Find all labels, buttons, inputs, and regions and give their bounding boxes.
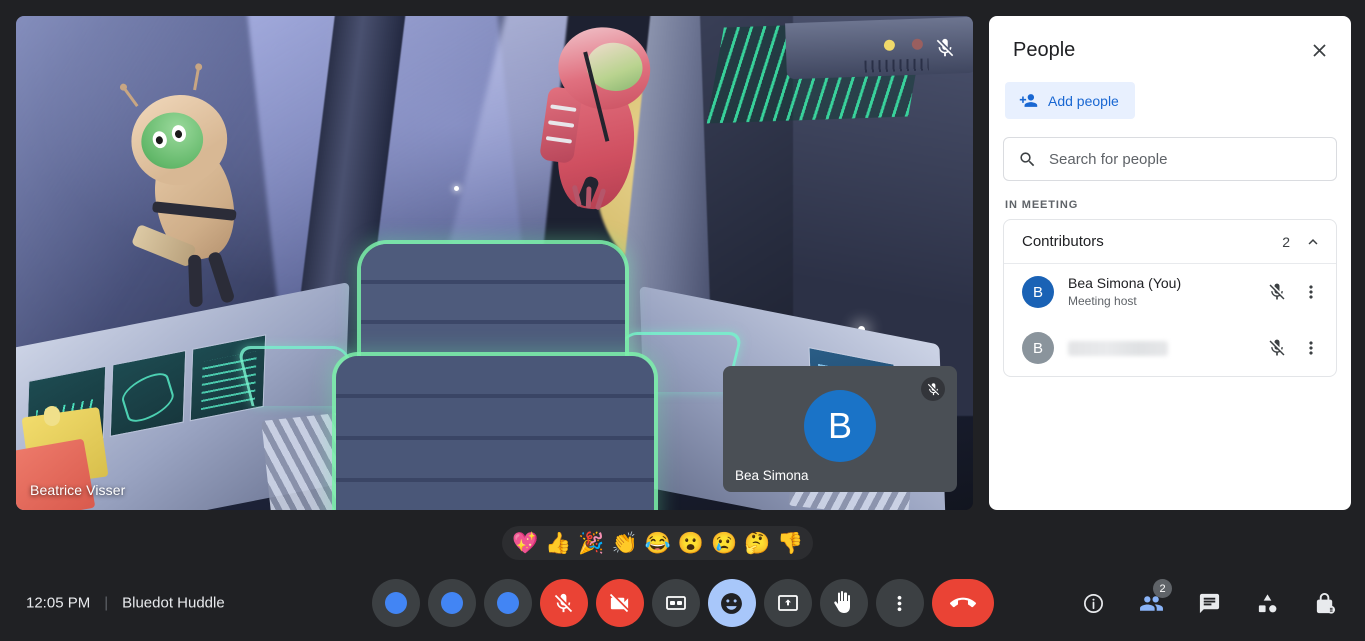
host-controls-button[interactable] (1303, 581, 1347, 625)
bottom-control-bar: 12:05 PM | Bluedot Huddle 2 (0, 565, 1365, 641)
search-people-field[interactable] (1003, 137, 1337, 181)
present-screen-button[interactable] (763, 579, 812, 627)
blue-dot-icon (440, 592, 463, 614)
blue-dot-icon (496, 592, 519, 614)
thinking-emoji[interactable]: 🤔 (744, 533, 770, 554)
camera-toggle[interactable] (595, 579, 644, 627)
participant-name-redacted (1068, 340, 1168, 356)
leave-call-button[interactable] (931, 579, 994, 627)
open-mouth-emoji[interactable]: 😮 (678, 533, 704, 554)
console-screen-2 (109, 349, 187, 437)
participant-role: Meeting host (1068, 294, 1137, 308)
blue-dot-icon (384, 592, 407, 614)
contributors-group-count: 2 (1282, 233, 1290, 250)
joy-emoji[interactable]: 😂 (645, 533, 671, 554)
activities-button[interactable] (1245, 581, 1289, 625)
participant-info (1068, 340, 1260, 356)
participant-name: Bea Simona (You) (1068, 275, 1182, 291)
crying-emoji[interactable]: 😢 (711, 533, 737, 554)
avatar: B (1022, 332, 1054, 364)
clapping-hands-emoji[interactable]: 👏 (611, 533, 637, 554)
meeting-info-separator: | (104, 594, 109, 612)
right-controls: 2 (1071, 579, 1347, 625)
add-people-label: Add people (1048, 92, 1119, 109)
main-video-mic-off-icon (933, 36, 957, 60)
people-panel-title: People (1013, 38, 1076, 61)
meeting-time: 12:05 PM (26, 594, 91, 612)
mic-off-icon[interactable] (1260, 275, 1294, 309)
participant-info: Bea Simona (You) Meeting host (1068, 275, 1260, 309)
meet-app-window: Beatrice Visser B Bea Simona People Add … (0, 0, 1365, 641)
more-vert-icon (888, 592, 911, 615)
people-panel-header: People (989, 16, 1351, 68)
small-pill-object (44, 406, 60, 426)
person-add-icon (1019, 91, 1038, 110)
raised-hand-icon (832, 591, 856, 615)
participant-row-bea-simona[interactable]: B Bea Simona (You) Meeting host (1004, 264, 1336, 320)
people-count-badge: 2 (1153, 579, 1172, 598)
in-meeting-section-label: IN MEETING (1005, 199, 1079, 211)
sparkling-heart-emoji[interactable]: 💖 (512, 533, 538, 554)
star-small (454, 186, 459, 191)
videocam-off-icon (608, 592, 631, 615)
emoji-face-icon (719, 591, 744, 616)
pilot-seat-cushion (336, 356, 654, 510)
info-icon (1082, 592, 1105, 615)
reactions-bar: 💖 👍 🎉 👏 😂 😮 😢 🤔 👎 (502, 526, 814, 560)
avatar: B (1022, 276, 1054, 308)
contributors-group-name: Contributors (1022, 233, 1104, 250)
closed-caption-icon (664, 591, 688, 615)
meeting-info: 12:05 PM | Bluedot Huddle (26, 595, 225, 612)
pack-stripe-1 (550, 104, 577, 112)
mic-off-icon (552, 592, 575, 615)
pink-equipment-box (16, 438, 96, 510)
more-options-button[interactable] (875, 579, 924, 627)
call-end-icon (949, 590, 976, 616)
close-icon[interactable] (1305, 36, 1333, 64)
control-placeholder-3[interactable] (483, 579, 532, 627)
contributors-group-header[interactable]: Contributors 2 (1004, 220, 1336, 264)
chat-button[interactable] (1187, 581, 1231, 625)
control-placeholder-1[interactable] (371, 579, 420, 627)
more-vert-icon[interactable] (1294, 275, 1328, 309)
main-video-participant-name: Beatrice Visser (30, 482, 126, 498)
people-panel: People Add people IN MEETI (989, 16, 1351, 510)
participant-row-hidden[interactable]: B (1004, 320, 1336, 376)
indicator-led-red (911, 38, 924, 50)
microphone-toggle[interactable] (539, 579, 588, 627)
chevron-up-icon[interactable] (1304, 233, 1322, 251)
self-view-mic-off-icon (921, 377, 945, 401)
captions-toggle[interactable] (651, 579, 700, 627)
chat-icon (1198, 592, 1221, 615)
search-input[interactable] (1049, 150, 1322, 168)
activities-icon (1256, 592, 1279, 615)
astronaut-hand (571, 184, 613, 216)
lock-icon (1314, 592, 1337, 615)
astronaut-leg-left (187, 254, 203, 308)
meeting-title: Bluedot Huddle (122, 594, 225, 612)
console-vents (864, 58, 929, 73)
pack-stripe-3 (545, 136, 573, 144)
contributors-group: Contributors 2 B Bea Simona (You) Meetin… (1003, 219, 1337, 377)
people-button[interactable]: 2 (1129, 579, 1173, 625)
indicator-led-yellow (883, 39, 896, 51)
self-view-avatar: B (804, 390, 876, 462)
present-to-all-icon (776, 591, 800, 615)
thumbs-up-emoji[interactable]: 👍 (545, 533, 571, 554)
more-vert-icon[interactable] (1294, 331, 1328, 365)
party-popper-emoji[interactable]: 🎉 (578, 533, 604, 554)
raise-hand-button[interactable] (819, 579, 868, 627)
add-people-button[interactable]: Add people (1005, 82, 1135, 119)
self-view-name: Bea Simona (735, 468, 809, 483)
reactions-button[interactable] (707, 579, 756, 627)
thumbs-down-emoji[interactable]: 👎 (777, 533, 803, 554)
self-view-tile[interactable]: B Bea Simona (723, 366, 957, 492)
mic-off-icon[interactable] (1260, 331, 1294, 365)
meeting-details-button[interactable] (1071, 581, 1115, 625)
center-controls (371, 579, 994, 627)
control-placeholder-2[interactable] (427, 579, 476, 627)
pack-stripe-2 (547, 120, 575, 128)
search-icon (1018, 150, 1037, 169)
